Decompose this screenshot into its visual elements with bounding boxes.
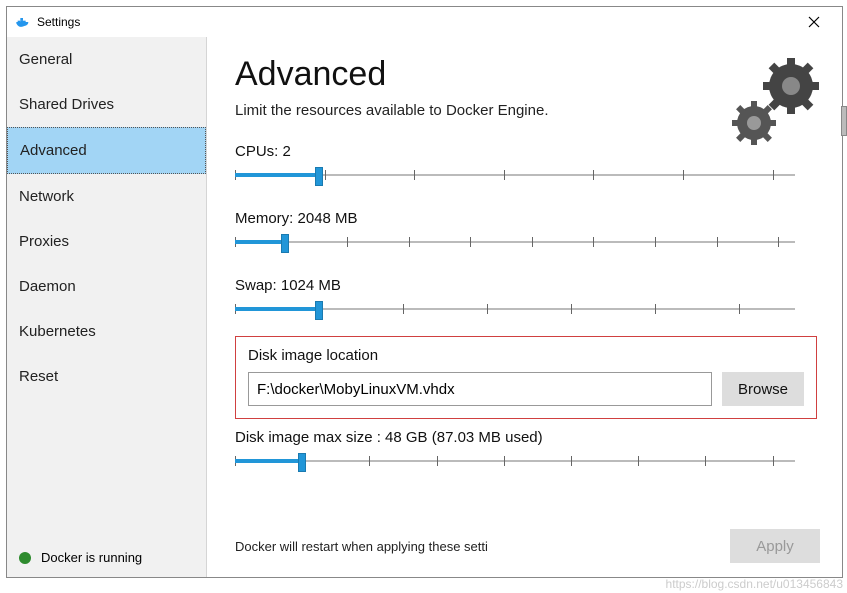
- swap-slider-block: Swap: 1024 MB: [235, 277, 820, 322]
- disk-max-slider[interactable]: [235, 450, 795, 474]
- memory-slider-thumb[interactable]: [281, 234, 289, 253]
- browse-button[interactable]: Browse: [722, 372, 804, 406]
- disk-max-slider-block: Disk image max size : 48 GB (87.03 MB us…: [235, 429, 820, 474]
- gears-icon: [716, 51, 826, 151]
- swap-slider[interactable]: [235, 298, 795, 322]
- swap-label: Swap: 1024 MB: [235, 277, 820, 294]
- body-area: General Shared Drives Advanced Network P…: [7, 37, 842, 577]
- settings-window: Settings General Shared Drives Advanced …: [6, 6, 843, 578]
- memory-slider-block: Memory: 2048 MB: [235, 210, 820, 255]
- footer-note: Docker will restart when applying these …: [235, 539, 488, 554]
- sidebar-item-kubernetes[interactable]: Kubernetes: [7, 309, 206, 354]
- footer-row: Docker will restart when applying these …: [235, 529, 820, 563]
- status-bar: Docker is running: [19, 550, 142, 565]
- background-window-edge: [841, 106, 847, 136]
- sidebar-item-general[interactable]: General: [7, 37, 206, 82]
- disk-image-location-label: Disk image location: [248, 347, 804, 364]
- sidebar-item-network[interactable]: Network: [7, 174, 206, 219]
- disk-image-location-box: Disk image location Browse: [235, 336, 817, 419]
- sidebar: General Shared Drives Advanced Network P…: [7, 37, 207, 577]
- sidebar-item-daemon[interactable]: Daemon: [7, 264, 206, 309]
- titlebar: Settings: [7, 7, 842, 37]
- status-indicator-icon: [19, 552, 31, 564]
- cpus-slider-thumb[interactable]: [315, 167, 323, 186]
- memory-slider[interactable]: [235, 231, 795, 255]
- apply-button[interactable]: Apply: [730, 529, 820, 563]
- disk_max-slider-thumb[interactable]: [298, 453, 306, 472]
- heading-row: Advanced Limit the resources available t…: [235, 55, 820, 121]
- disk-path-input[interactable]: [248, 372, 712, 406]
- close-button[interactable]: [794, 8, 834, 36]
- content-panel: Advanced Limit the resources available t…: [207, 37, 842, 577]
- sidebar-item-advanced[interactable]: Advanced: [7, 127, 206, 174]
- sidebar-item-reset[interactable]: Reset: [7, 354, 206, 399]
- docker-icon: [15, 14, 31, 30]
- cpus-slider[interactable]: [235, 164, 795, 188]
- sidebar-item-shared-drives[interactable]: Shared Drives: [7, 82, 206, 127]
- page-title: Advanced: [235, 55, 549, 94]
- watermark: https://blog.csdn.net/u013456843: [666, 577, 843, 591]
- disk-row: Browse: [248, 372, 804, 406]
- page-subtitle: Limit the resources available to Docker …: [235, 100, 549, 121]
- sidebar-item-proxies[interactable]: Proxies: [7, 219, 206, 264]
- disk-max-label: Disk image max size : 48 GB (87.03 MB us…: [235, 429, 820, 446]
- heading-text-block: Advanced Limit the resources available t…: [235, 55, 549, 121]
- titlebar-left: Settings: [15, 14, 80, 30]
- close-icon: [808, 16, 820, 28]
- memory-label: Memory: 2048 MB: [235, 210, 820, 227]
- status-text: Docker is running: [41, 550, 142, 565]
- window-title: Settings: [37, 15, 80, 29]
- swap-slider-thumb[interactable]: [315, 301, 323, 320]
